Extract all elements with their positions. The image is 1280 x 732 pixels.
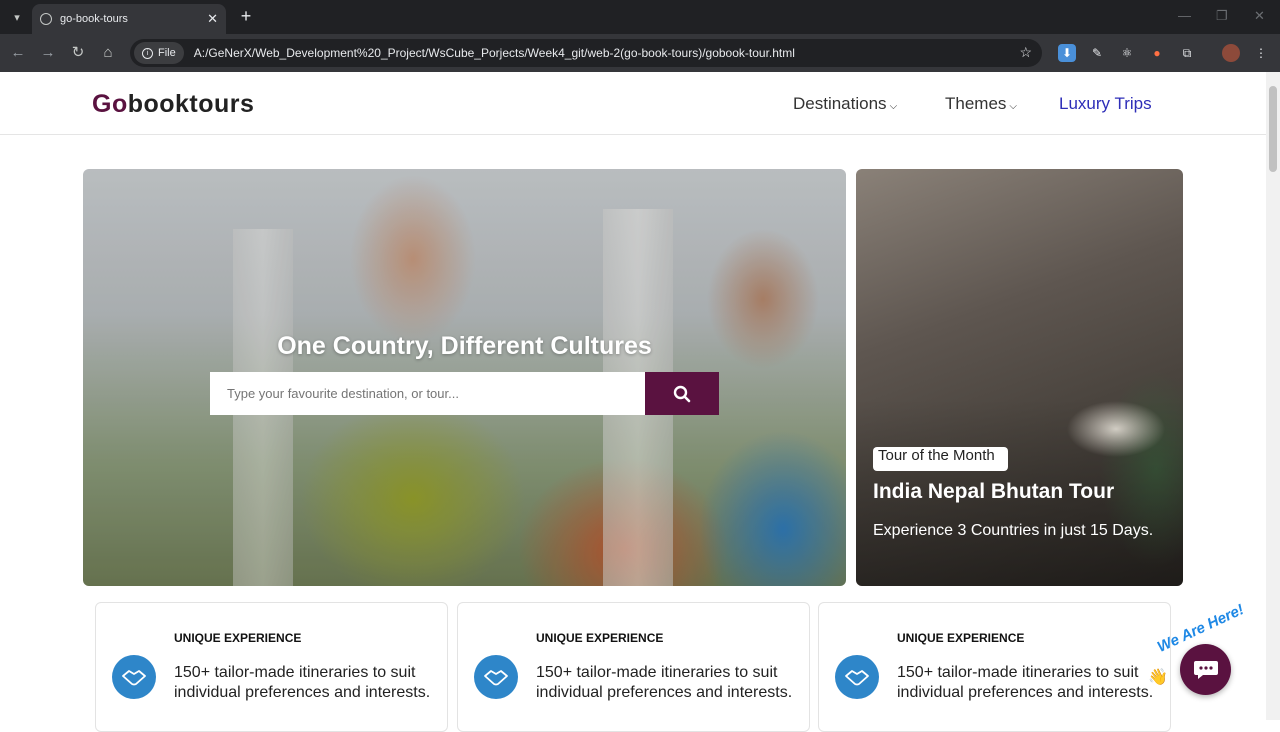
bookmark-star-icon[interactable]: ☆ (1019, 44, 1032, 61)
handshake-icon (112, 655, 156, 699)
site-info-label: File (158, 47, 176, 59)
close-tab-icon[interactable]: ✕ (207, 11, 218, 27)
extension-orange-icon[interactable]: ● (1148, 44, 1166, 62)
reload-icon[interactable]: ↻ (68, 43, 88, 63)
menu-kebab-icon[interactable]: ⋮ (1252, 44, 1270, 62)
logo-prefix: Go (92, 90, 128, 118)
new-tab-button[interactable]: + (236, 6, 256, 27)
logo-suffix: booktours (127, 90, 255, 118)
download-icon[interactable]: ⬇ (1058, 44, 1076, 62)
nav-label: Luxury Trips (1059, 94, 1152, 113)
info-icon: i (142, 47, 153, 59)
feature-text: 150+ tailor-made itineraries to suit ind… (536, 664, 793, 701)
tour-title: India Nepal Bhutan Tour (873, 480, 1115, 503)
search-input[interactable] (210, 372, 645, 415)
chevron-down-icon: ⌵ (889, 101, 898, 112)
chat-button[interactable] (1180, 644, 1231, 695)
feature-card: UNIQUE EXPERIENCE 150+ tailor-made itine… (95, 602, 448, 732)
feature-title: UNIQUE EXPERIENCE (897, 631, 1025, 645)
hero-search (210, 372, 719, 415)
feature-text: 150+ tailor-made itineraries to suit ind… (174, 664, 431, 701)
url-text: A:/GeNerX/Web_Development%20_Project/WsC… (193, 46, 795, 60)
site-logo[interactable]: Gobooktours (92, 90, 254, 119)
feature-title: UNIQUE EXPERIENCE (536, 631, 664, 645)
site-info-chip[interactable]: i File (134, 42, 184, 64)
feature-title: UNIQUE EXPERIENCE (174, 631, 302, 645)
home-icon[interactable]: ⌂ (98, 43, 118, 63)
nav-label: Themes (945, 94, 1007, 113)
tab-search-button[interactable]: ▾ (6, 6, 28, 28)
feature-text: 150+ tailor-made itineraries to suit ind… (897, 664, 1154, 701)
page: Gobooktours Destinations ⌵ Themes ⌵ Luxury… (0, 72, 1266, 732)
handshake-icon (474, 655, 518, 699)
feature-card: UNIQUE EXPERIENCE 150+ tailor-made itine… (457, 602, 810, 732)
tour-subtitle: Experience 3 Countries in just 15 Days. (873, 522, 1154, 539)
close-window-button[interactable]: ✕ (1254, 8, 1265, 24)
tour-badge: Tour of the Month (873, 447, 1008, 471)
extensions-puzzle-icon[interactable]: ⧉ (1178, 44, 1196, 62)
hero-banner: One Country, Different Cultures (83, 169, 846, 586)
profile-avatar[interactable] (1222, 44, 1240, 62)
search-icon (673, 385, 691, 402)
tour-of-month-card[interactable]: Tour of the Month India Nepal Bhutan Tou… (856, 169, 1183, 586)
back-arrow-icon[interactable]: ← (8, 43, 28, 63)
nav-luxury-trips[interactable]: Luxury Trips (1059, 94, 1152, 114)
chat-icon (1193, 660, 1218, 679)
scrollbar-thumb[interactable] (1269, 86, 1277, 172)
nav-themes[interactable]: Themes ⌵ (945, 94, 1017, 114)
search-button[interactable] (645, 372, 719, 415)
nav-destinations[interactable]: Destinations ⌵ (793, 94, 897, 114)
feature-card: UNIQUE EXPERIENCE 150+ tailor-made itine… (818, 602, 1171, 732)
site-header: Gobooktours Destinations ⌵ Themes ⌵ Luxury… (0, 72, 1266, 135)
chevron-down-icon: ⌵ (1009, 101, 1018, 112)
atom-icon[interactable]: ⚛ (1118, 44, 1136, 62)
tab-title: go-book-tours (60, 13, 128, 25)
forward-arrow-icon[interactable]: → (38, 43, 58, 63)
browser-toolbar: ← → ↻ ⌂ i File A:/GeNerX/Web_Development… (0, 34, 1280, 72)
globe-icon (40, 13, 52, 25)
nav-label: Destinations (793, 94, 887, 113)
eyedropper-icon[interactable]: ✎ (1088, 44, 1106, 62)
browser-tab[interactable]: go-book-tours ✕ (32, 4, 226, 34)
maximize-button[interactable]: ❐ (1216, 8, 1228, 24)
handshake-icon (835, 655, 879, 699)
address-bar[interactable]: i File A:/GeNerX/Web_Development%20_Proj… (130, 39, 1042, 67)
page-scrollbar[interactable] (1266, 72, 1280, 720)
hero-title: One Country, Different Cultures (277, 332, 652, 360)
browser-tabbar: ▾ go-book-tours ✕ + — ❐ ✕ (0, 0, 1280, 34)
waving-hand-icon: 👋 (1148, 669, 1168, 686)
minimize-button[interactable]: — (1178, 8, 1191, 23)
